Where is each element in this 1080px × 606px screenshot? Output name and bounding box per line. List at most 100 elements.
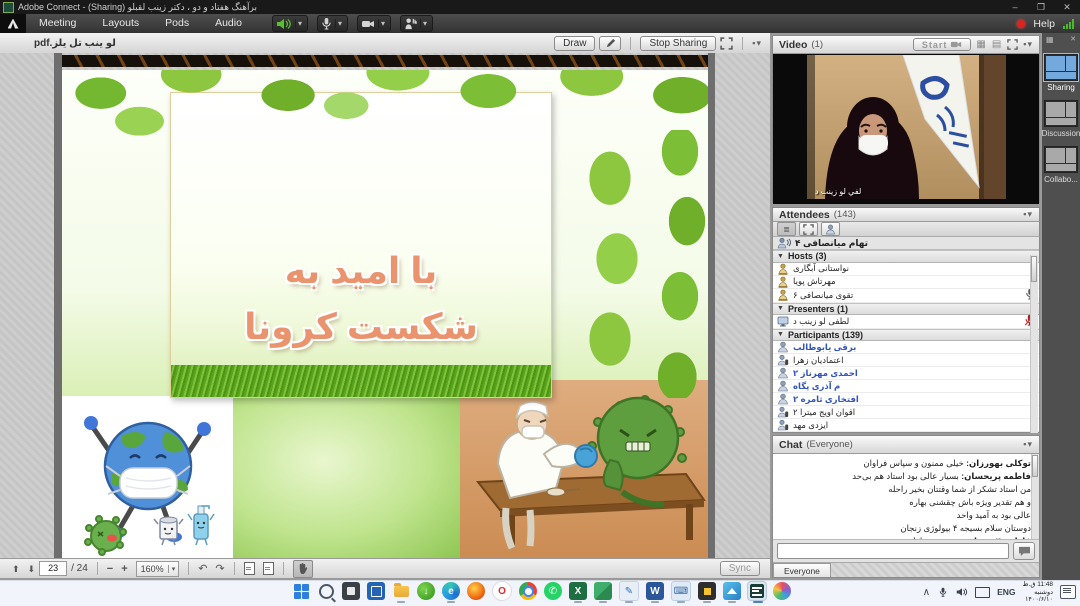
file-explorer-icon[interactable] xyxy=(392,582,410,600)
layout-menu-icon[interactable]: ▦ xyxy=(1046,35,1054,44)
stop-sharing-button[interactable]: Stop Sharing xyxy=(640,36,716,51)
notification-center-icon[interactable] xyxy=(1060,585,1076,599)
collapse-icon[interactable]: ▼ xyxy=(777,331,784,338)
maximize-button[interactable]: ❐ xyxy=(1028,0,1054,14)
page-number-input[interactable]: 23 xyxy=(39,561,67,576)
raise-hand-dropdown-icon[interactable]: ▾ xyxy=(420,19,429,28)
chrome-icon[interactable] xyxy=(519,582,537,600)
attendee-row-participant[interactable]: ایزدی مهد xyxy=(773,419,1039,432)
chat-scrollbar[interactable] xyxy=(1031,454,1039,539)
collapse-icon[interactable]: ▼ xyxy=(777,305,784,312)
adobe-connect-taskbar-icon[interactable] xyxy=(748,582,766,600)
video-pod-menu-icon[interactable]: ▪▾ xyxy=(1023,39,1033,50)
help-button[interactable]: Help xyxy=(1033,18,1055,30)
tray-chevron-icon[interactable]: ∧ xyxy=(923,587,930,598)
presenters-section-header[interactable]: ▼ Presenters (1) xyxy=(773,303,1039,315)
opera-icon[interactable]: O xyxy=(492,581,512,601)
menu-audio[interactable]: Audio xyxy=(202,14,255,33)
photos-icon[interactable] xyxy=(723,582,741,600)
hosts-section-header[interactable]: ▼ Hosts (3) xyxy=(773,250,1039,262)
redo-button[interactable]: ↷ xyxy=(215,560,224,578)
idm-icon[interactable]: ↓ xyxy=(417,582,435,600)
layout-discussion[interactable] xyxy=(1044,100,1078,127)
attendees-pod-menu-icon[interactable]: ▪▾ xyxy=(1023,209,1033,220)
breakout-view-button[interactable] xyxy=(799,222,818,236)
filmstrip-view-icon[interactable]: ▤ xyxy=(992,39,1002,50)
widgets-icon[interactable] xyxy=(342,582,360,600)
webcam-button[interactable]: ▾ xyxy=(357,15,391,32)
paint3d-icon[interactable] xyxy=(773,582,791,600)
menu-pods[interactable]: Pods xyxy=(152,14,202,33)
tray-language[interactable]: ENG xyxy=(997,587,1015,597)
layout-collaboration[interactable] xyxy=(1044,146,1078,173)
zoom-dropdown-icon[interactable]: ▾ xyxy=(168,565,179,573)
firefox-icon[interactable] xyxy=(467,582,485,600)
tray-mic-icon[interactable] xyxy=(937,587,949,597)
close-button[interactable]: ✕ xyxy=(1054,0,1080,14)
zoom-in-button[interactable]: + xyxy=(121,560,127,578)
start-button[interactable] xyxy=(292,582,310,600)
minimize-button[interactable]: – xyxy=(1002,0,1028,14)
collapse-icon[interactable]: ▼ xyxy=(777,253,784,260)
chat-message-list[interactable]: توکلی بهورزانخیلی ممنون و سپاس فراوان فا… xyxy=(773,454,1039,539)
page-down-button[interactable]: ⬇ xyxy=(28,560,36,578)
hand-tool-button[interactable] xyxy=(293,560,313,578)
start-webcam-button[interactable]: Start xyxy=(913,38,972,51)
snipping-tool-icon[interactable] xyxy=(367,582,385,600)
chat-send-button[interactable] xyxy=(1013,542,1035,560)
word-icon[interactable]: W xyxy=(646,582,664,600)
attendee-row-participant[interactable]: م آذری پگاه xyxy=(773,380,1039,393)
grid-view-icon[interactable]: ▦ xyxy=(976,39,986,50)
chat-pod-menu-icon[interactable]: ▪▾ xyxy=(1023,439,1033,450)
sharex-icon[interactable] xyxy=(594,582,612,600)
attendee-row-host[interactable]: نواستانی آبگاری xyxy=(773,263,1039,276)
zoom-level-select[interactable]: 160% ▾ xyxy=(136,561,180,577)
speaker-button[interactable]: ▾ xyxy=(272,15,308,32)
raise-hand-button[interactable]: ▾ xyxy=(400,15,433,32)
notes-icon[interactable] xyxy=(698,582,716,600)
attendees-scrollbar[interactable] xyxy=(1030,255,1038,433)
webcam-dropdown-icon[interactable]: ▾ xyxy=(378,19,387,28)
attendee-row-participant[interactable]: اقوان اویج میترا ۲ xyxy=(773,406,1039,419)
tray-speaker-icon[interactable] xyxy=(956,587,968,597)
whatsapp-icon[interactable]: ✆ xyxy=(544,582,562,600)
undo-button[interactable]: ↶ xyxy=(198,560,207,578)
video-fullscreen-icon[interactable] xyxy=(1007,39,1018,50)
annotation-button[interactable] xyxy=(599,36,621,51)
attendee-row-host[interactable]: تقوی میانصافی ۶ xyxy=(773,289,1039,303)
participants-section-header[interactable]: ▼ Participants (139) xyxy=(773,329,1039,341)
layout-close-icon[interactable]: ✕ xyxy=(1070,35,1076,44)
sync-button[interactable]: Sync xyxy=(720,561,760,576)
zoom-out-button[interactable]: − xyxy=(107,560,113,578)
device-manager-icon[interactable]: ✎ xyxy=(619,581,639,601)
list-view-button[interactable]: ≣ xyxy=(777,222,796,236)
attendee-row-participant[interactable]: افتخاری ثامره ۲ xyxy=(773,393,1039,406)
attendee-row-participant[interactable]: احمدی مهرناز ۲ xyxy=(773,367,1039,380)
fit-width-button[interactable] xyxy=(263,562,274,575)
page-up-button[interactable]: ⬆ xyxy=(12,560,20,578)
attendee-row-host[interactable]: مهرتاش پویا xyxy=(773,276,1039,289)
edge-icon[interactable]: e xyxy=(442,582,460,600)
tray-clock[interactable]: 11:48 ق.ظ دوشنبه ۱۴۰۰/۶/۱۰ xyxy=(1023,581,1053,604)
share-pod-menu-icon[interactable]: ▪▾ xyxy=(752,38,762,49)
share-document-area[interactable]: با امید به شکست کرونا xyxy=(0,53,770,558)
mic-dropdown-icon[interactable]: ▾ xyxy=(335,19,344,28)
draw-button[interactable]: Draw xyxy=(554,36,595,51)
menu-meeting[interactable]: Meeting xyxy=(26,14,89,33)
attendee-row-participant[interactable]: اعتمادیان زهرا xyxy=(773,354,1039,367)
fit-page-button[interactable] xyxy=(244,562,255,575)
search-icon[interactable] xyxy=(317,582,335,600)
excel-icon[interactable]: X xyxy=(569,582,587,600)
layout-sharing[interactable] xyxy=(1044,54,1078,81)
attendee-row-presenter[interactable]: لطفی لو زینب د xyxy=(773,315,1039,329)
keyboard-icon[interactable]: ⌨ xyxy=(671,581,691,601)
chat-input[interactable] xyxy=(777,543,1009,559)
attendee-row-participant[interactable]: برقی یابوطالب xyxy=(773,341,1039,354)
speaker-dropdown-icon[interactable]: ▾ xyxy=(295,19,304,28)
tray-display-icon[interactable] xyxy=(975,587,990,598)
menu-layouts[interactable]: Layouts xyxy=(89,14,152,33)
connection-status-icon[interactable] xyxy=(1063,19,1074,29)
mic-button[interactable]: ▾ xyxy=(317,15,348,32)
chat-tab-everyone[interactable]: Everyone xyxy=(773,563,831,577)
share-fullscreen-icon[interactable] xyxy=(720,37,733,50)
